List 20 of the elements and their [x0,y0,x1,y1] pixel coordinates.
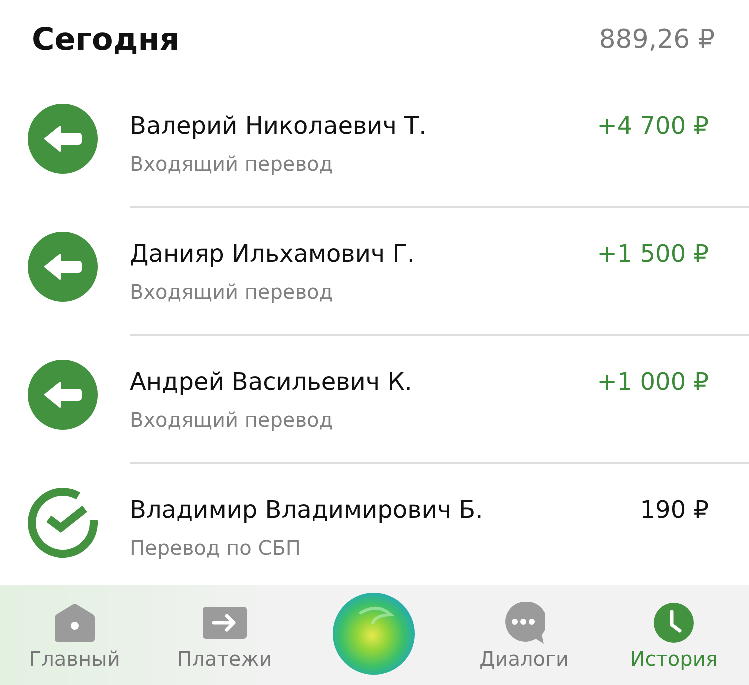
tab[interactable]: Главный [29,603,120,672]
daily-total: 889,26 ₽ [599,27,715,53]
sender-name: Данияр Ильхамович Г. [130,239,415,270]
transfer-type: Входящий перевод [130,151,334,178]
sender-name: Андрей Васильевич К. [130,367,412,398]
sender-name: Валерий Николаевич Т. [130,111,427,142]
sender-name: Владимир Владимирович Б. [130,495,484,526]
tab[interactable]: История [630,603,718,672]
transfer-amount: +4 700 ₽ [597,111,709,142]
section-title: Сегодня [32,24,180,56]
tab[interactable]: Платежи [177,603,272,672]
assistant-orb-icon[interactable] [333,593,416,675]
transfer-amount: +1 000 ₽ [597,367,709,398]
transfer-amount: 190 ₽ [640,495,709,526]
transfer-amount: +1 500 ₽ [597,239,709,270]
check-circle-icon [28,488,98,558]
transfer-type: Перевод по СБП [130,535,302,562]
transfer-type: Входящий перевод [130,279,334,306]
transfer-type: Входящий перевод [130,407,334,434]
tab[interactable]: Диалоги [480,603,569,672]
